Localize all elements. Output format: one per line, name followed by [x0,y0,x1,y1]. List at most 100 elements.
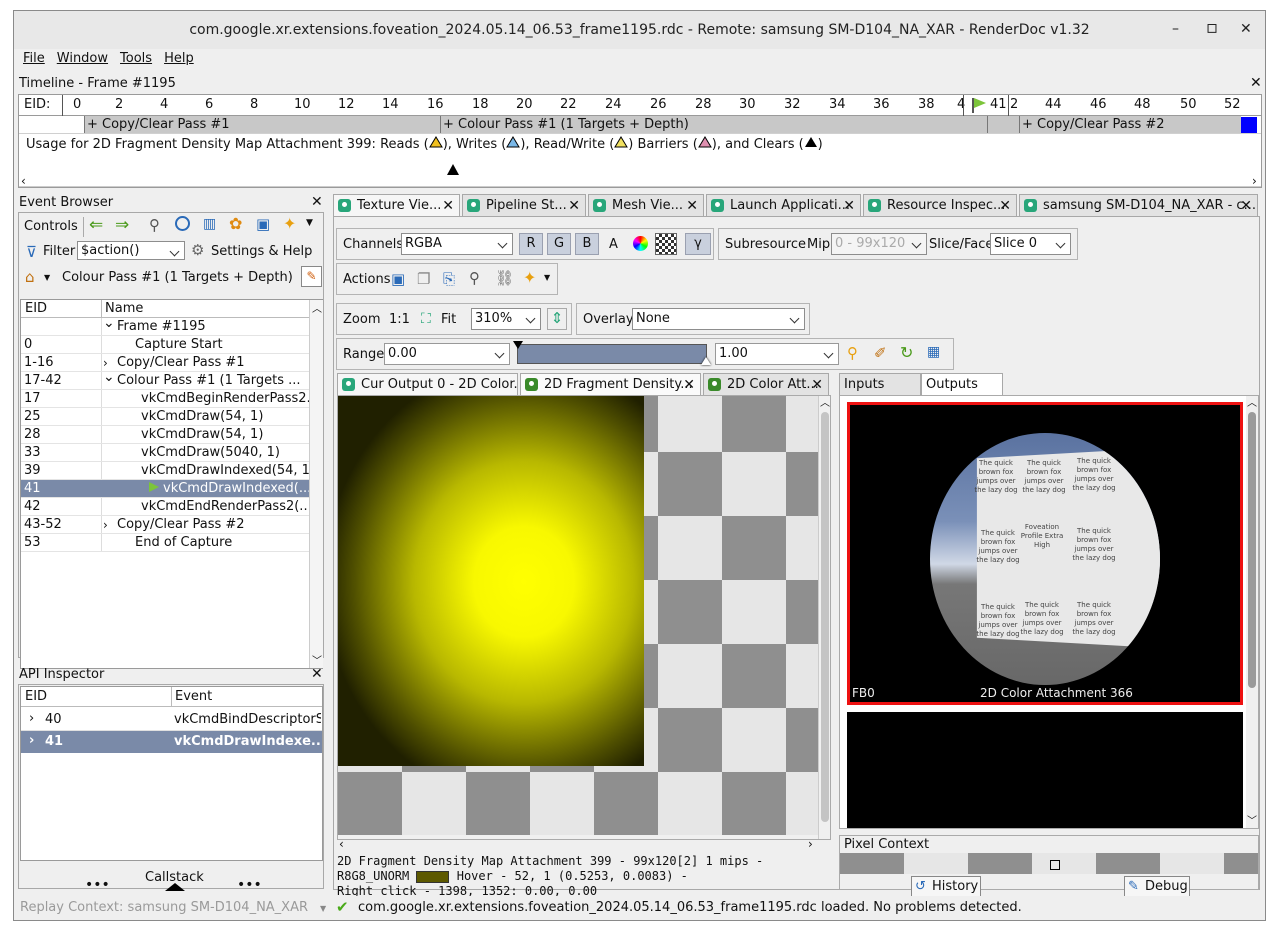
reset-icon[interactable]: ↻ [900,343,913,362]
event-row[interactable]: 33 vkCmdDraw(5040, 1) [21,444,309,462]
event-row[interactable]: 1-16 › Copy/Clear Pass #1 [21,354,309,372]
zoom-select[interactable]: 310% [471,308,541,330]
fit-icon[interactable]: ⛶ [421,311,431,327]
prev-arrow-icon[interactable]: ⇐ [89,215,103,235]
channel-r-toggle[interactable]: R [519,233,543,255]
pass-copy-clear-1[interactable]: + Copy/Clear Pass #1 [84,116,440,133]
locate-binoculars-icon[interactable]: ⚲ [469,269,480,287]
filter-input[interactable]: $action() [77,241,185,260]
home-icon[interactable]: ⌂ [25,268,35,286]
debug-button[interactable]: ✎ Debug [1124,876,1190,898]
canvas-hscroll[interactable] [338,835,818,839]
range-min-input[interactable]: 0.00 [384,343,510,365]
pass-copy-clear-2[interactable]: + Copy/Clear Pass #2 [1019,116,1241,133]
event-row[interactable]: 17-42 ⌄ Colour Pass #1 (1 Targets ... [21,369,309,390]
settings-help-button[interactable]: Settings & Help [211,244,312,259]
fit-button[interactable]: Fit [441,312,456,327]
api-row[interactable]: › 40 vkCmdBindDescriptorSe [21,709,322,731]
collapse-chevron-icon[interactable]: ⌄ [103,368,115,386]
event-row[interactable]: ⌄ Frame #1195 [21,315,309,336]
checkerboard-icon[interactable] [655,233,677,255]
tab-mesh-viewer[interactable]: Mesh Vie... ✕ [588,194,704,216]
open-icon[interactable]: ⎘ [443,270,455,288]
replay-context[interactable]: Replay Context: samsung SM-D104_NA_XAR [20,900,308,915]
event-row[interactable]: 39 vkCmdDrawIndexed(54, 1) [21,462,309,480]
slice-select[interactable]: Slice 0 [990,233,1071,255]
auto-fit-icon[interactable]: ✐ [874,344,887,362]
close-icon[interactable]: ✕ [1240,21,1252,37]
minimize-icon[interactable]: – [1172,21,1179,37]
histogram-icon[interactable]: ▦ [927,344,940,360]
tab-inputs[interactable]: Inputs [839,373,921,395]
zoom-range-icon[interactable]: ⚲ [847,344,858,362]
range-black-handle[interactable] [513,341,523,349]
api-row-selected[interactable]: › 41 vkCmdDrawIndexe... [21,731,322,753]
tab-cur-output[interactable]: Cur Output 0 - 2D Color... [337,373,518,395]
breadcrumb-dropdown-icon[interactable]: ▼ [44,273,50,282]
event-row[interactable]: 42 vkCmdEndRenderPass2(... [21,498,309,516]
hscroll-right-icon[interactable]: › [808,837,813,851]
event-row[interactable]: 53 End of Capture [21,534,309,552]
color-wheel-icon[interactable] [633,236,648,251]
chevron-down-icon[interactable]: ▼ [306,218,313,228]
range-white-handle[interactable] [701,357,711,365]
tab-texture-viewer[interactable]: Texture Vie... ✕ [333,194,460,216]
menu-window[interactable]: Window [57,51,108,73]
collapse-chevron-icon[interactable]: ⌄ [103,314,115,332]
expand-chevron-icon[interactable]: › [29,711,34,726]
link-icon[interactable]: ⛓ [495,269,514,287]
channel-b-toggle[interactable]: B [575,233,599,255]
gamma-toggle[interactable]: γ [685,233,711,255]
extension-icon[interactable]: ✦ [523,268,536,287]
timer-icon[interactable] [175,216,190,231]
range-slider[interactable] [517,344,707,364]
tab-pipeline-state[interactable]: Pipeline St... ✕ [462,194,586,216]
thumbnail-empty[interactable] [847,712,1243,828]
chevron-down-icon[interactable]: ▼ [544,273,550,282]
tab-resource-inspector[interactable]: Resource Inspec... ✕ [863,194,1017,216]
outputs-vscroll[interactable]: ︿ ﹀ [1246,396,1258,828]
dots-right[interactable]: ••• [237,877,262,893]
next-arrow-icon[interactable]: ⇒ [115,215,129,235]
event-row[interactable]: 25 vkCmdDraw(54, 1) [21,408,309,426]
dots-left[interactable]: ••• [85,877,110,893]
event-browser-close-icon[interactable]: ✕ [311,195,323,209]
maximize-icon[interactable]: ▫ [1206,17,1218,38]
flip-vertical-icon[interactable]: ⇕ [547,308,567,330]
pass-colour-1[interactable]: + Colour Pass #1 (1 Targets + Depth) [440,116,987,133]
scroll-right-icon[interactable]: › [1252,174,1257,188]
bookmark-icon[interactable]: ✿ [229,214,242,233]
callstack-toggle-icon[interactable] [165,883,185,891]
overlay-select[interactable]: None [632,308,805,330]
timeline-panel[interactable]: EID: 0 2 4 6 8 10 12 14 16 18 20 22 24 26 28 30 32 34 36 38… [18,94,1262,188]
zoom-1to1-button[interactable]: 1:1 [389,312,410,327]
canvas-vscroll[interactable]: ︿ [818,396,830,839]
event-row[interactable]: 17 vkCmdBeginRenderPass2... [21,390,309,408]
gear-icon[interactable]: ⚙ [191,241,204,259]
event-row[interactable]: 0 Capture Start [21,336,309,354]
tab-outputs[interactable]: Outputs [921,373,1003,395]
mip-select[interactable]: 0 - 99x120 [831,233,927,255]
texture-canvas[interactable]: ︿ [337,395,831,840]
expand-chevron-icon[interactable]: › [103,516,108,534]
thumbnail-selected[interactable]: The quick brown fox jumps over the lazy … [847,402,1243,705]
find-binoculars-icon[interactable]: ⚲ [149,216,160,234]
tab-launch-application[interactable]: Launch Applicati... ✕ [706,194,861,216]
tab-fragment-density[interactable]: 2D Fragment Density... ✕ [520,373,701,395]
save-texture-icon[interactable]: ▣ [391,270,405,288]
pixel-context-view[interactable] [840,853,1258,874]
event-row[interactable]: 28 vkCmdDraw(54, 1) [21,426,309,444]
stats-icon[interactable]: ▥ [203,216,216,232]
timeline-close-icon[interactable]: ✕ [1250,76,1262,90]
edit-icon[interactable]: ✎ [301,266,322,287]
replay-dropdown-icon[interactable]: ▼ [320,904,326,913]
expand-chevron-icon[interactable]: › [29,733,34,748]
range-max-input[interactable]: 1.00 [715,343,839,365]
event-tree-scrollbar[interactable]: ︿ ﹀ [309,300,323,668]
menu-tools[interactable]: Tools [120,51,152,73]
event-row[interactable]: 41 vkCmdDrawIndexed(... [21,480,309,498]
menu-help[interactable]: Help [164,51,194,73]
extension-icon[interactable]: ✦ [283,214,296,233]
scroll-left-icon[interactable]: ‹ [21,174,26,188]
copy-icon[interactable]: ❐ [417,270,430,288]
